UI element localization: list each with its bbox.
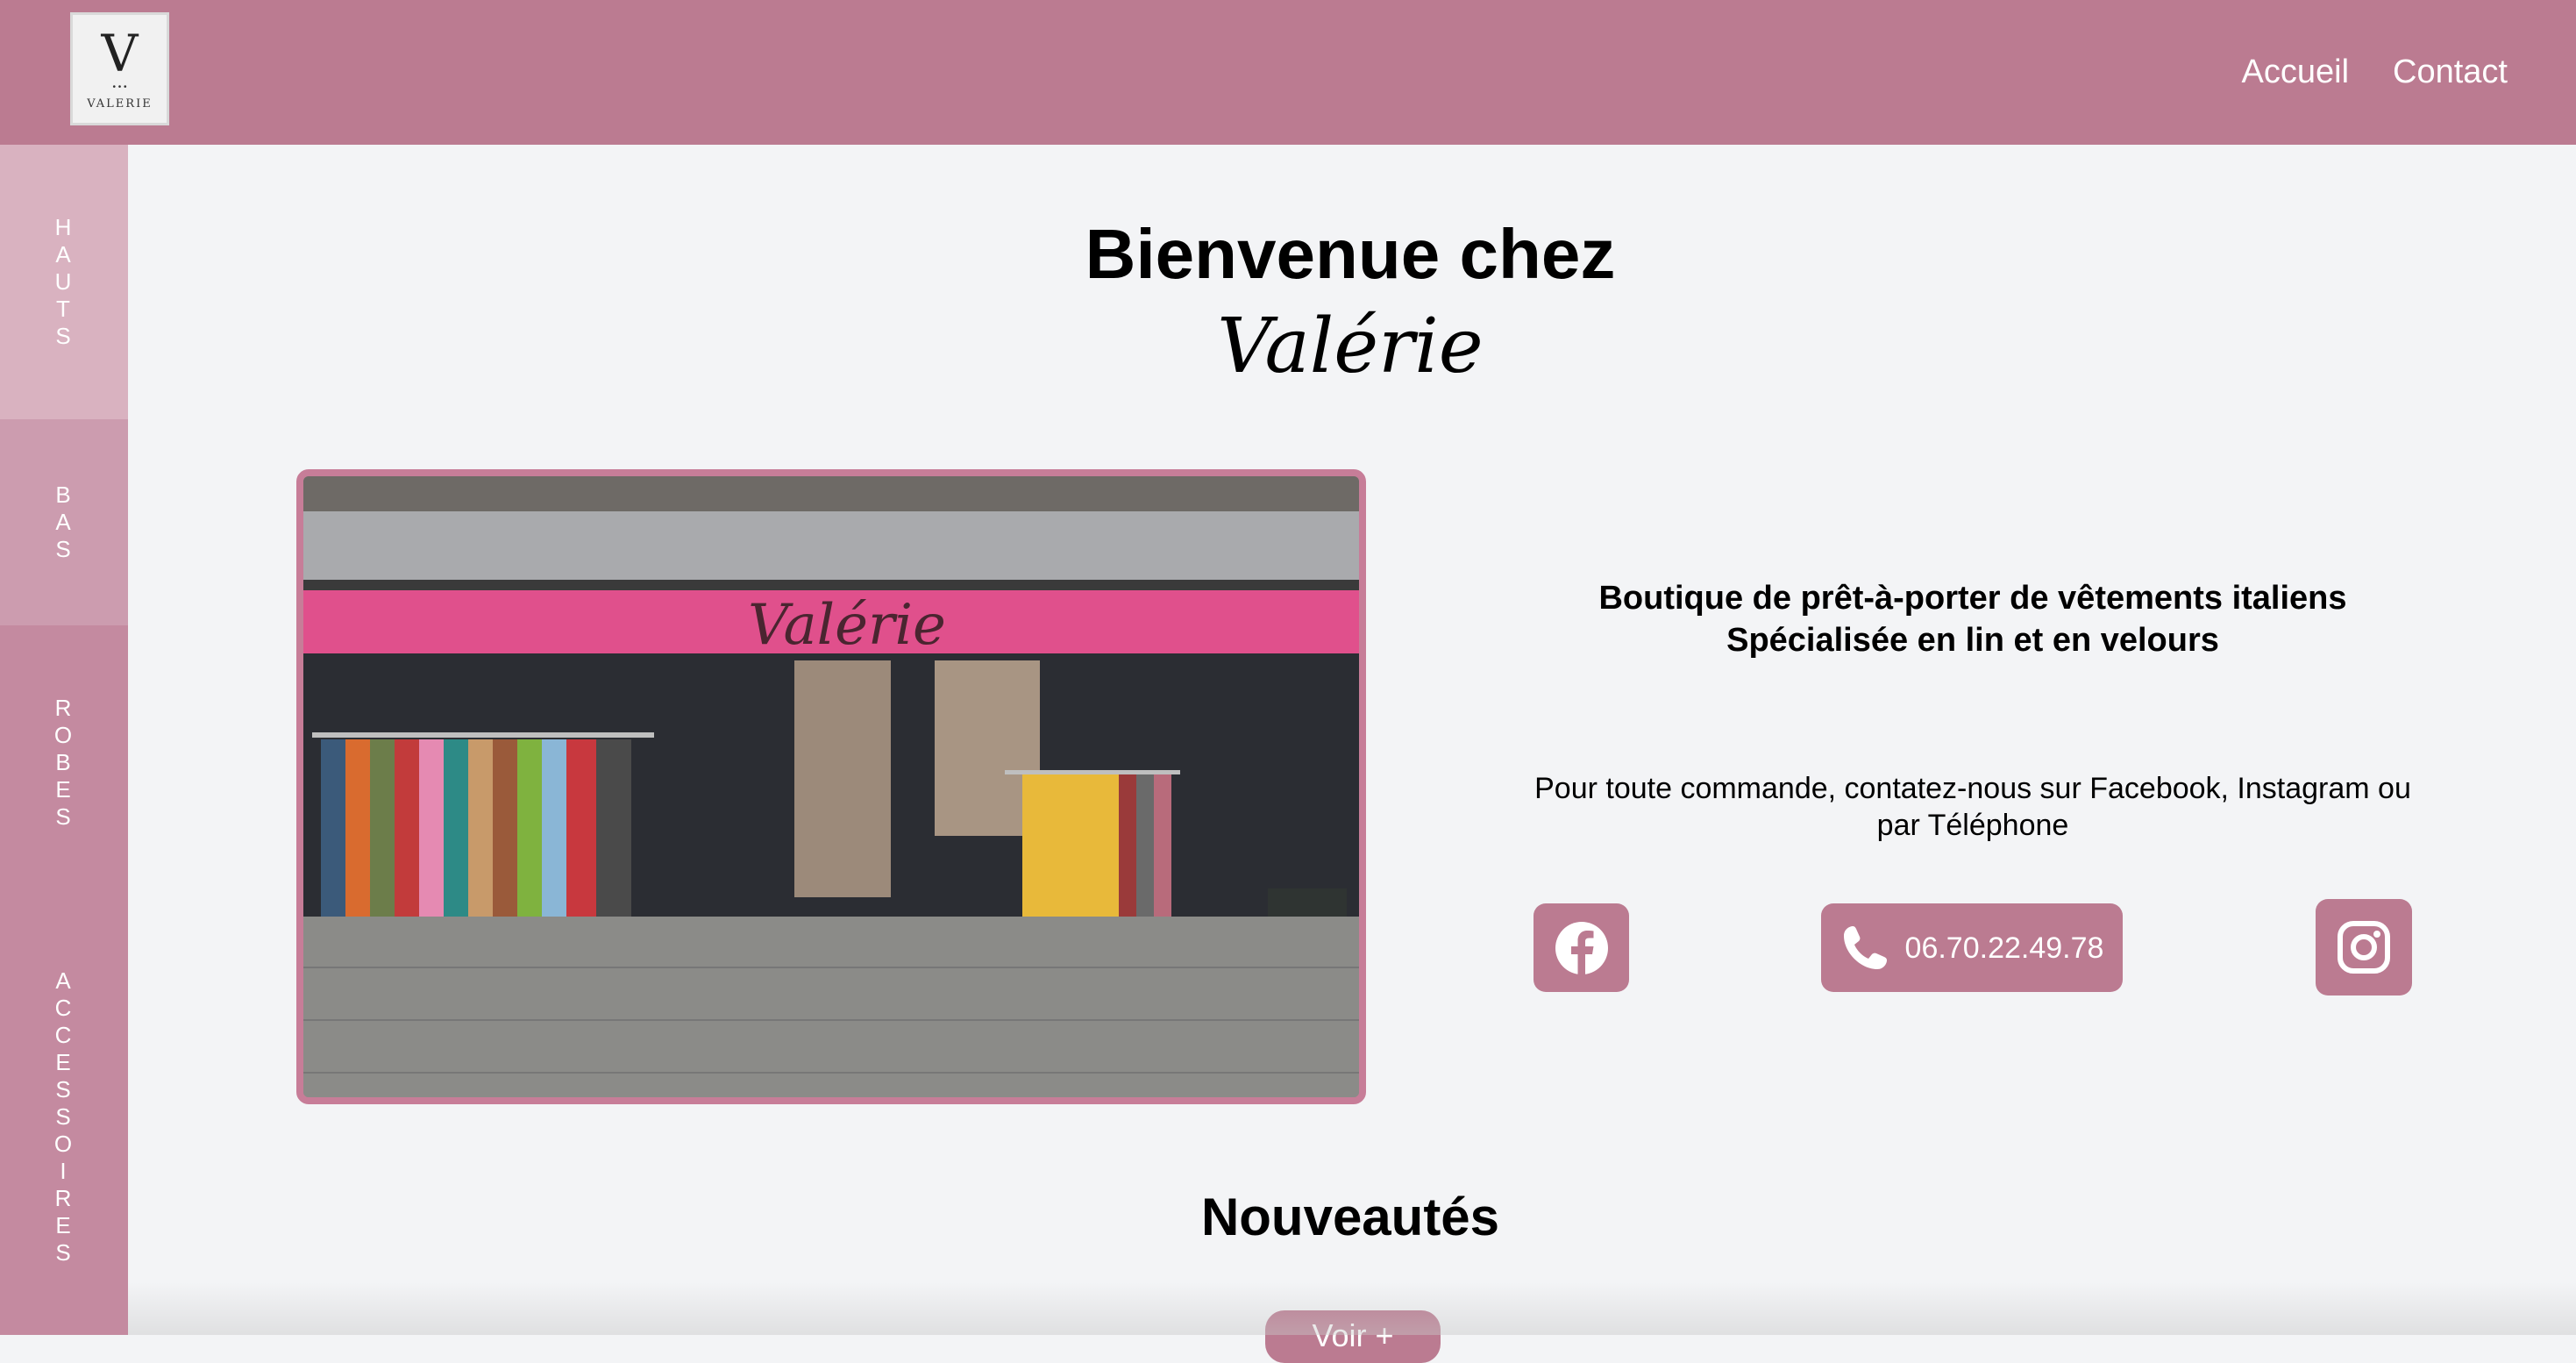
see-more-button[interactable]: Voir + — [1265, 1310, 1441, 1363]
sidebar-letter: T — [56, 296, 72, 322]
category-sidebar: H A U T S B A S R O B E S A C C E S S O … — [0, 145, 128, 1335]
page-title: Bienvenue chez — [1085, 215, 1616, 293]
brand-name: Valérie — [1217, 303, 1484, 390]
logo-dots: • • • — [112, 82, 127, 92]
news-section-title: Nouveautés — [1200, 1188, 1500, 1246]
instagram-icon — [2338, 921, 2390, 974]
sidebar-letter: U — [54, 268, 74, 295]
phone-button[interactable]: 06.70.22.49.78 — [1821, 903, 2123, 992]
top-header: V • • • VALERIE Accueil Contact — [0, 0, 2576, 145]
main-nav: Accueil Contact — [2242, 51, 2508, 93]
sidebar-letter: C — [54, 1022, 74, 1048]
sidebar-item-hauts[interactable]: H A U T S — [0, 145, 128, 419]
shop-description-line1: Boutique de prêt-à-porter de vêtements i… — [1598, 580, 2347, 617]
sidebar-letter: R — [54, 1185, 74, 1211]
shop-description-line2: Spécialisée en lin et en velours — [1726, 622, 2219, 659]
sidebar-item-accessoires[interactable]: A C C E S S O I R E S — [0, 899, 128, 1335]
phone-icon — [1843, 925, 1887, 969]
sidebar-letter: I — [60, 1158, 68, 1184]
logo[interactable]: V • • • VALERIE — [70, 12, 169, 125]
order-instructions: Pour toute commande, contatez-nous sur F… — [1534, 772, 2411, 842]
sidebar-letter: S — [55, 1076, 73, 1103]
sidebar-letter: S — [55, 536, 73, 562]
sidebar-letter: H — [54, 214, 74, 240]
sidebar-letter: E — [55, 1049, 73, 1075]
sidebar-letter: B — [55, 482, 73, 508]
sidebar-letter: A — [55, 509, 73, 535]
sidebar-letter: E — [55, 775, 73, 803]
sidebar-letter: O — [53, 1131, 75, 1157]
sidebar-letter: S — [55, 1103, 73, 1130]
sidebar-letter: C — [54, 995, 74, 1021]
sidebar-letter: S — [55, 323, 73, 349]
sidebar-letter: E — [55, 1212, 73, 1238]
instagram-button[interactable] — [2316, 899, 2412, 995]
sidebar-letter: B — [55, 748, 73, 775]
facebook-button[interactable] — [1534, 903, 1629, 992]
sidebar-item-bas[interactable]: B A S — [0, 419, 128, 625]
nav-contact-link[interactable]: Contact — [2393, 51, 2508, 93]
sidebar-letter: A — [55, 241, 73, 268]
nav-accueil-link[interactable]: Accueil — [2242, 51, 2350, 93]
sidebar-letter: A — [55, 967, 73, 994]
facebook-icon — [1555, 921, 1608, 975]
sidebar-letter: R — [54, 694, 74, 721]
logo-letter: V — [101, 23, 139, 83]
sidebar-item-robes[interactable]: R O B E S — [0, 625, 128, 899]
phone-number: 06.70.22.49.78 — [1904, 931, 2104, 965]
sidebar-letter: S — [55, 1239, 73, 1266]
shop-front-photo: Valérie — [296, 469, 1366, 1104]
awning-sign: Valérie — [748, 593, 946, 658]
logo-text: VALERIE — [87, 96, 153, 111]
sidebar-letter: S — [55, 803, 73, 830]
sidebar-letter: O — [53, 721, 75, 748]
